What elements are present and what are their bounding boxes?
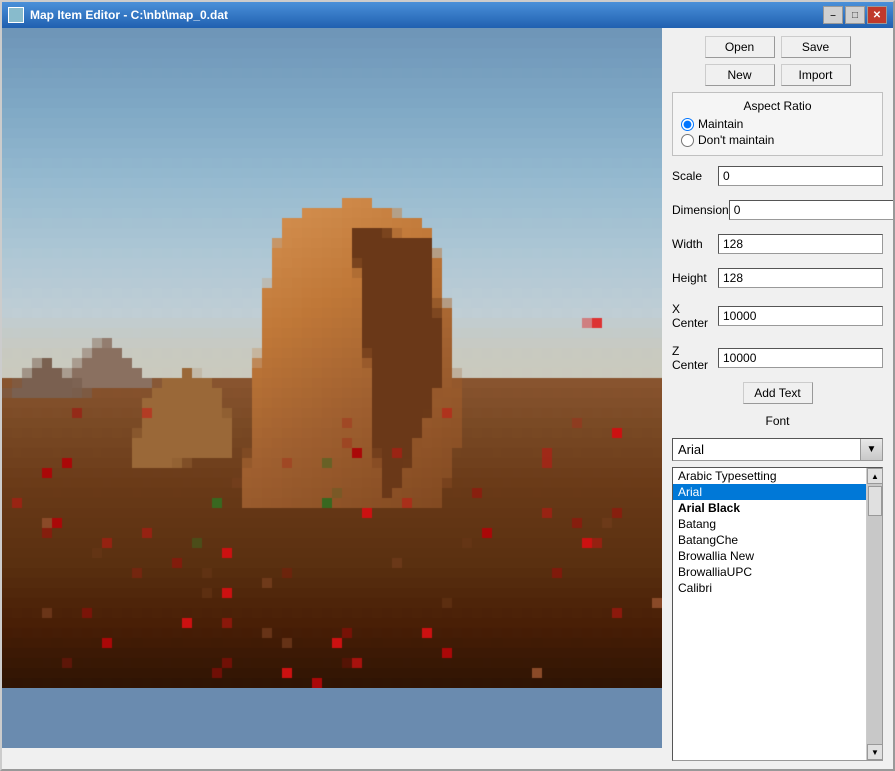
dont-maintain-radio[interactable] (681, 134, 694, 147)
font-list-item[interactable]: Arial (673, 484, 866, 500)
new-button[interactable]: New (705, 64, 775, 86)
height-input[interactable] (718, 268, 883, 288)
xcenter-row: X Center (672, 302, 883, 330)
height-label: Height (672, 271, 718, 285)
new-import-row: New Import (672, 64, 883, 86)
scrollbar: ▲ ▼ (866, 468, 882, 760)
width-row: Width (672, 234, 883, 254)
font-label: Font (672, 414, 883, 428)
zcenter-row: Z Center (672, 344, 883, 372)
font-list-item[interactable]: Browallia New (673, 548, 866, 564)
scale-input[interactable] (718, 166, 883, 186)
add-text-row: Add Text (672, 382, 883, 404)
maintain-radio[interactable] (681, 118, 694, 131)
import-button[interactable]: Import (781, 64, 851, 86)
title-bar: Map Item Editor - C:\nbt\map_0.dat – □ ✕ (2, 2, 893, 28)
dont-maintain-label: Don't maintain (698, 133, 774, 147)
maintain-radio-row: Maintain (681, 117, 874, 131)
dimension-row: Dimension (672, 200, 883, 220)
font-dropdown-button[interactable]: ▼ (860, 439, 882, 460)
font-list-item[interactable]: Arial Black (673, 500, 866, 516)
font-list-item[interactable]: BrowalliaUPC (673, 564, 866, 580)
scroll-up-button[interactable]: ▲ (867, 468, 883, 484)
save-button[interactable]: Save (781, 36, 851, 58)
add-text-button[interactable]: Add Text (743, 382, 813, 404)
right-panel: Open Save New Import Aspect Ratio Mainta… (662, 28, 893, 769)
minimize-button[interactable]: – (823, 6, 843, 24)
app-icon (8, 7, 24, 23)
font-list-item[interactable]: Calibri (673, 580, 866, 596)
font-list: Arabic TypesettingArialArial BlackBatang… (672, 467, 883, 761)
dimension-label: Dimension (672, 203, 729, 217)
font-selector[interactable]: ▼ (672, 438, 883, 461)
zcenter-input[interactable] (718, 348, 883, 368)
aspect-ratio-group: Aspect Ratio Maintain Don't maintain (672, 92, 883, 156)
dimension-input[interactable] (729, 200, 893, 220)
content-area: Open Save New Import Aspect Ratio Mainta… (2, 28, 893, 769)
xcenter-input[interactable] (718, 306, 883, 326)
xcenter-label: X Center (672, 302, 718, 330)
dont-maintain-radio-row: Don't maintain (681, 133, 874, 147)
title-controls: – □ ✕ (823, 6, 887, 24)
width-input[interactable] (718, 234, 883, 254)
width-label: Width (672, 237, 718, 251)
font-list-item[interactable]: BatangChe (673, 532, 866, 548)
scale-label: Scale (672, 169, 718, 183)
open-save-row: Open Save (672, 36, 883, 58)
scroll-track (867, 484, 882, 744)
maintain-label: Maintain (698, 117, 743, 131)
font-list-inner: Arabic TypesettingArialArial BlackBatang… (673, 468, 882, 760)
scale-row: Scale (672, 166, 883, 186)
main-window: Map Item Editor - C:\nbt\map_0.dat – □ ✕… (0, 0, 895, 771)
font-input[interactable] (673, 439, 860, 460)
font-list-item[interactable]: Batang (673, 516, 866, 532)
maximize-button[interactable]: □ (845, 6, 865, 24)
map-canvas (2, 28, 662, 688)
canvas-area (2, 28, 662, 748)
window-title: Map Item Editor - C:\nbt\map_0.dat (30, 8, 228, 22)
zcenter-label: Z Center (672, 344, 718, 372)
scroll-thumb[interactable] (868, 486, 882, 516)
title-bar-left: Map Item Editor - C:\nbt\map_0.dat (8, 7, 228, 23)
font-list-items[interactable]: Arabic TypesettingArialArial BlackBatang… (673, 468, 866, 760)
aspect-ratio-label: Aspect Ratio (681, 99, 874, 113)
open-button[interactable]: Open (705, 36, 775, 58)
font-list-item[interactable]: Arabic Typesetting (673, 468, 866, 484)
scroll-down-button[interactable]: ▼ (867, 744, 883, 760)
close-button[interactable]: ✕ (867, 6, 887, 24)
height-row: Height (672, 268, 883, 288)
